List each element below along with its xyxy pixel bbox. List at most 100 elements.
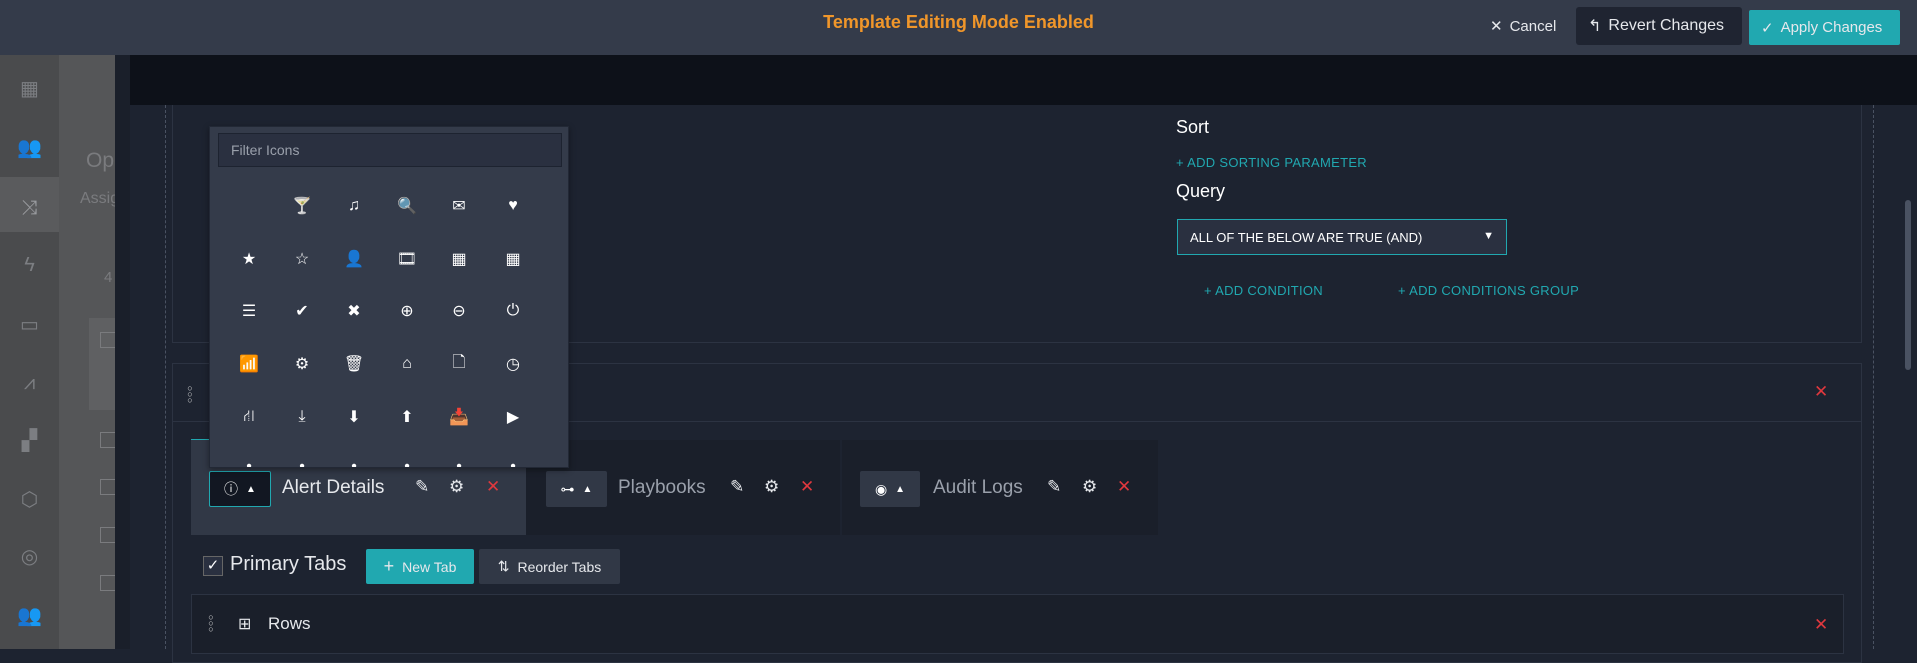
cog-icon[interactable]: ⚙ — [282, 349, 322, 379]
road-icon[interactable]: ⛙ — [229, 402, 269, 432]
plus-icon: + — [1176, 155, 1188, 170]
support-icon[interactable]: ◎ — [0, 536, 59, 576]
tab-icon-selector[interactable]: ⓘ ▲ — [209, 471, 271, 507]
play-circle-icon[interactable]: ▶ — [493, 402, 533, 432]
th-list-icon[interactable]: ☰ — [229, 296, 269, 326]
envelope-icon[interactable]: ✉ — [439, 191, 479, 221]
cancel-button[interactable]: ✕ Cancel — [1478, 7, 1568, 45]
automation-icon[interactable]: ϟ — [0, 245, 59, 285]
drag-handle-icon[interactable]: ○ ○ ○ — [186, 384, 194, 405]
user-icon[interactable]: 👤 — [334, 244, 374, 274]
users-icon[interactable]: 👥 — [0, 595, 59, 635]
clipped-icon[interactable]: • — [493, 452, 533, 467]
tab-icon-selector[interactable]: ⊶ ▲ — [546, 471, 607, 507]
remove-rows-icon[interactable]: ✕ — [1814, 615, 1828, 635]
checkbox[interactable] — [100, 479, 115, 495]
file-icon[interactable]: 🗋 — [439, 349, 479, 379]
add-sorting-parameter-link[interactable]: + ADD SORTING PARAMETER — [1176, 155, 1367, 170]
guide-line — [1873, 105, 1874, 649]
new-tab-button[interactable]: + New Tab — [366, 549, 474, 584]
hub-icon[interactable]: ⬡ — [0, 479, 59, 519]
heart-icon[interactable]: ♥ — [493, 191, 533, 221]
apply-changes-button[interactable]: ✓ Apply Changes — [1749, 10, 1900, 45]
add-condition-link[interactable]: + ADD CONDITION — [1204, 283, 1323, 298]
home-icon[interactable]: ⌂ — [387, 349, 427, 379]
reorder-label: Reorder Tabs — [517, 558, 602, 575]
drag-handle-icon[interactable]: ○ ○ ○ — [207, 613, 215, 634]
dashboard-icon[interactable]: ▦ — [0, 68, 59, 108]
checkbox[interactable] — [100, 332, 115, 348]
th-large-icon[interactable]: ▦ — [439, 244, 479, 274]
primary-tabs-checkbox[interactable]: ✓ — [203, 556, 223, 576]
checkbox[interactable] — [100, 527, 115, 543]
apply-label: Apply Changes — [1780, 19, 1883, 36]
tab-label: Audit Logs — [933, 477, 1023, 498]
inbox-icon[interactable]: 📥 — [439, 402, 479, 432]
query-selected-value: ALL OF THE BELOW ARE TRUE (AND) — [1190, 230, 1423, 245]
query-label: Query — [1176, 181, 1226, 201]
reorder-tabs-button[interactable]: ⇅ Reorder Tabs — [479, 549, 620, 584]
clipped-icon[interactable]: • — [334, 452, 374, 467]
clipped-icon[interactable]: • — [439, 452, 479, 467]
sort-label: Sort — [1176, 117, 1210, 137]
caret-up-icon: ▲ — [895, 483, 906, 495]
analytics-icon[interactable]: ⩘ — [0, 363, 59, 403]
query-logic-select[interactable]: ALL OF THE BELOW ARE TRUE (AND) ▼ — [1177, 219, 1507, 255]
briefcase-icon[interactable]: ▭ — [0, 304, 59, 344]
gear-icon[interactable]: ⚙ — [764, 477, 779, 497]
checkbox[interactable] — [100, 432, 115, 448]
star-empty-icon[interactable]: ☆ — [282, 244, 322, 274]
edit-icon[interactable]: ✎ — [1047, 477, 1061, 497]
check-icon: ✓ — [1761, 19, 1774, 37]
edit-icon[interactable]: ✎ — [730, 477, 744, 497]
time-icon[interactable]: ◷ — [493, 349, 533, 379]
zoom-in-icon[interactable]: ⊕ — [387, 296, 427, 326]
trash-icon[interactable]: 🗑 — [334, 349, 374, 379]
close-icon[interactable]: ✕ — [800, 477, 814, 497]
gear-icon[interactable]: ⚙ — [1082, 477, 1097, 497]
filter-icons-input[interactable] — [218, 133, 562, 167]
caret-up-icon: ▲ — [246, 483, 256, 495]
ok-icon[interactable]: ✔ — [282, 296, 322, 326]
add-group-label: ADD CONDITIONS GROUP — [1409, 283, 1580, 298]
add-conditions-group-link[interactable]: + ADD CONDITIONS GROUP — [1398, 283, 1579, 298]
apps-icon[interactable]: ▞ — [0, 420, 59, 460]
upload-icon[interactable]: ⬆ — [387, 402, 427, 432]
close-icon[interactable]: ✕ — [1117, 477, 1131, 497]
music-icon[interactable]: ♫ — [334, 191, 374, 221]
alert-icon: ⓘ — [224, 481, 239, 497]
remove-icon[interactable]: ✖ — [334, 296, 374, 326]
remove-section-icon[interactable]: ✕ — [1814, 382, 1828, 402]
gear-icon[interactable]: ⚙ — [449, 477, 464, 497]
shuffle-icon[interactable]: ⤨ — [0, 188, 59, 228]
edit-icon[interactable]: ✎ — [415, 477, 429, 497]
off-icon[interactable]: ⏻ — [493, 296, 533, 326]
glass-icon[interactable]: 🍸 — [282, 191, 322, 221]
new-tab-label: New Tab — [402, 558, 457, 575]
film-icon[interactable]: 🎞 — [387, 244, 427, 274]
clipped-icon[interactable]: • — [282, 452, 322, 467]
search-icon[interactable]: 🔍 — [387, 191, 427, 221]
th-icon[interactable]: ▦ — [493, 244, 533, 274]
close-icon[interactable]: ✕ — [486, 477, 500, 497]
zoom-out-icon[interactable]: ⊖ — [439, 296, 479, 326]
undo-icon: ↰ — [1588, 18, 1602, 35]
checkbox[interactable] — [100, 575, 115, 591]
background-count: 4 — [104, 269, 113, 286]
plus-icon: + — [1204, 283, 1216, 298]
clipped-icon[interactable]: • — [229, 452, 269, 467]
signal-icon[interactable]: 📶 — [229, 349, 269, 379]
clipped-icon[interactable]: • — [387, 452, 427, 467]
close-icon: ✕ — [1490, 18, 1503, 35]
primary-tabs-label: Primary Tabs — [230, 553, 347, 575]
star-icon[interactable]: ★ — [229, 244, 269, 274]
download-alt-icon[interactable]: ⤓ — [282, 402, 322, 432]
tab-label: Playbooks — [618, 477, 706, 498]
teams-icon[interactable]: 👥 — [0, 127, 59, 167]
plus-icon: + — [1398, 283, 1410, 298]
revert-changes-button[interactable]: ↰ Revert Changes — [1576, 7, 1742, 45]
download-icon[interactable]: ⬇ — [334, 402, 374, 432]
scrollbar[interactable] — [1905, 200, 1911, 370]
blank-icon[interactable] — [229, 191, 269, 221]
tab-icon-selector[interactable]: ◉ ▲ — [860, 471, 920, 507]
